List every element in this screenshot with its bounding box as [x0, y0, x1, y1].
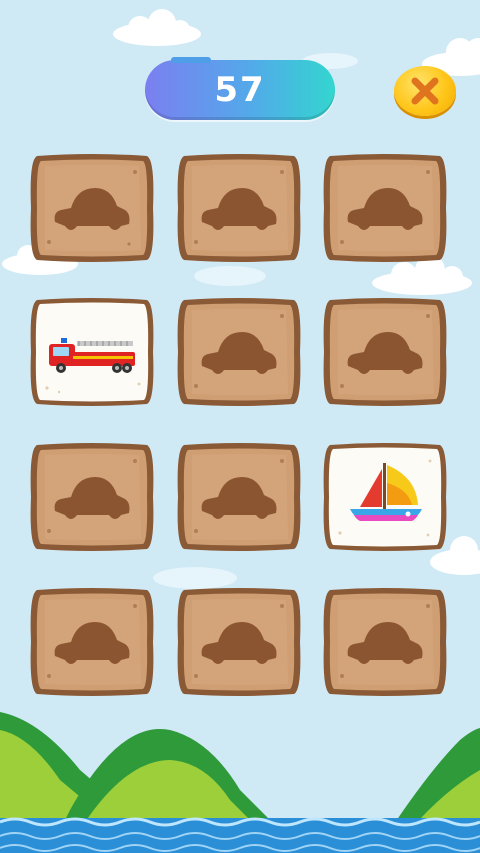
car-silhouette-icon: [347, 188, 423, 230]
memory-card[interactable]: [29, 586, 155, 698]
car-silhouette-icon: [201, 332, 277, 374]
game-scene: 57: [0, 0, 480, 853]
score-display: 57: [145, 57, 335, 120]
memory-card-revealed[interactable]: [29, 296, 155, 408]
memory-card[interactable]: [176, 296, 302, 408]
memory-card[interactable]: [176, 441, 302, 553]
car-silhouette-icon: [201, 477, 277, 519]
close-x-icon: [411, 77, 439, 105]
memory-card[interactable]: [176, 152, 302, 264]
memory-card-revealed[interactable]: [322, 441, 448, 553]
car-silhouette-icon: [54, 622, 130, 664]
fire-truck-icon: [49, 338, 135, 373]
landscape-hills-water: [0, 712, 480, 853]
memory-card[interactable]: [176, 586, 302, 698]
car-silhouette-icon: [201, 188, 277, 230]
memory-card[interactable]: [322, 296, 448, 408]
car-silhouette-icon: [201, 622, 277, 664]
memory-card[interactable]: [29, 441, 155, 553]
memory-card[interactable]: [322, 586, 448, 698]
car-silhouette-icon: [347, 622, 423, 664]
close-button[interactable]: [394, 66, 456, 116]
car-silhouette-icon: [54, 477, 130, 519]
memory-card[interactable]: [322, 152, 448, 264]
sailboat-icon: [350, 463, 422, 521]
car-silhouette-icon: [54, 188, 130, 230]
score-value: 57: [214, 70, 266, 110]
memory-card[interactable]: [29, 152, 155, 264]
cloud-decoration: [113, 9, 201, 46]
car-silhouette-icon: [347, 332, 423, 374]
